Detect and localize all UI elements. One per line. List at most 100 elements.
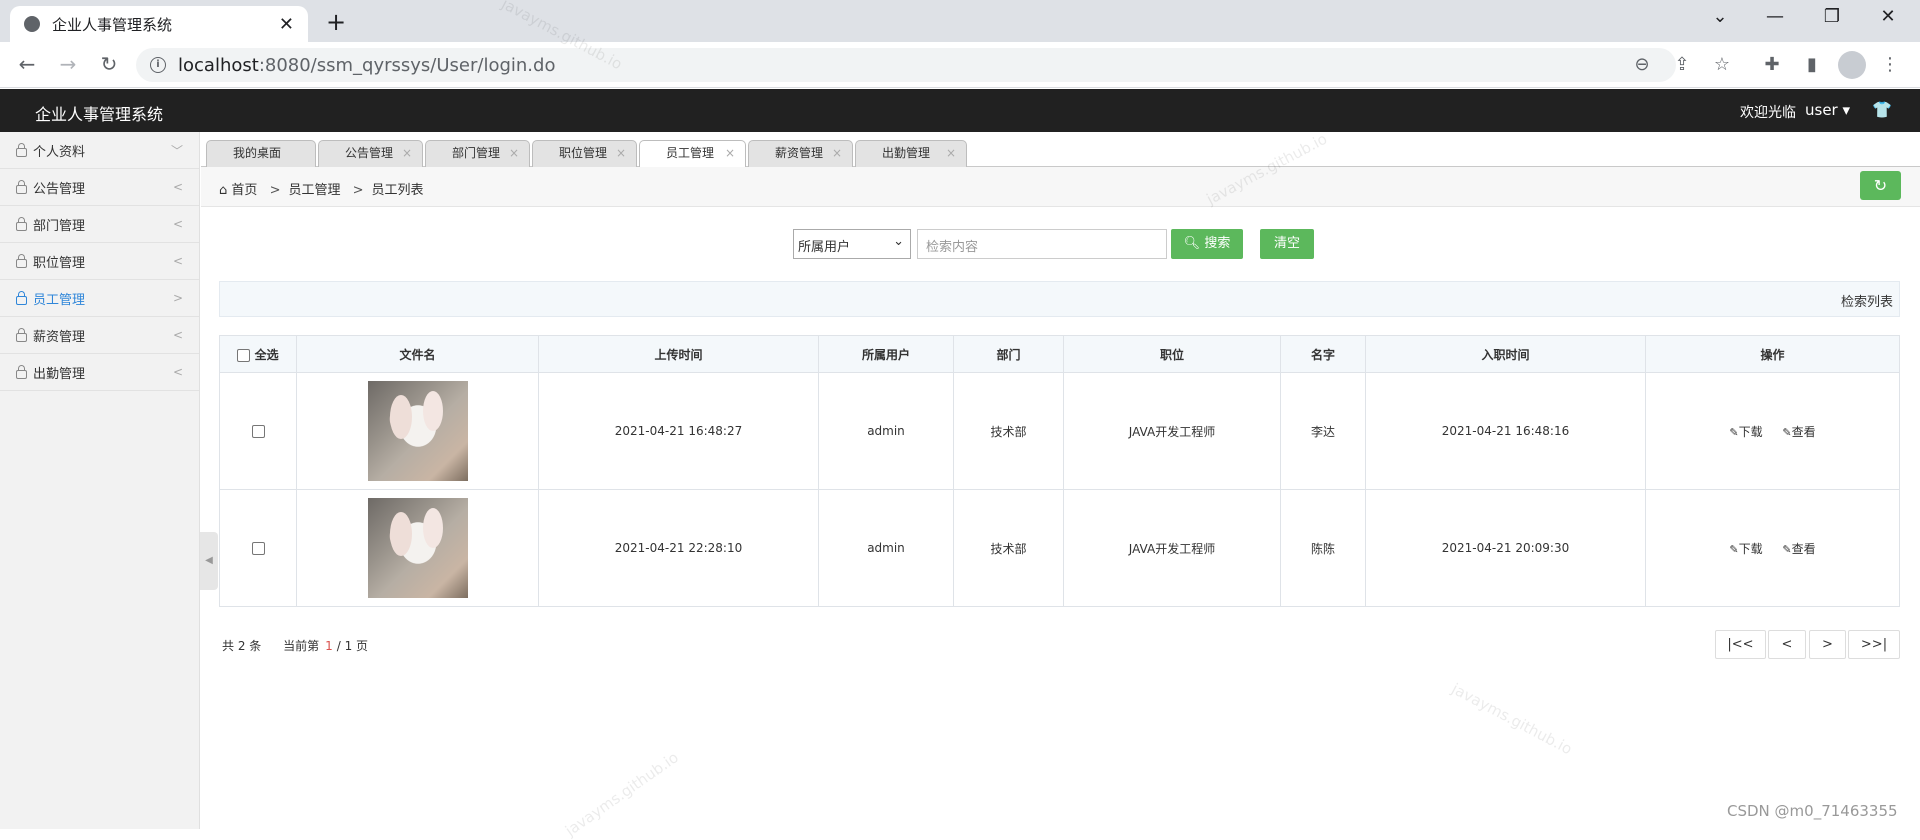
site-info-icon[interactable]: i	[150, 57, 166, 73]
lock-icon	[16, 216, 27, 231]
download-link[interactable]: ✎下载	[1729, 425, 1762, 439]
menu-kebab-icon[interactable]: ⋮	[1876, 54, 1904, 75]
minimize-button[interactable]: —	[1755, 6, 1795, 27]
sidebar-item-employee[interactable]: 员工管理 >	[0, 280, 199, 317]
sidebar-item-attendance[interactable]: 出勤管理 <	[0, 354, 199, 391]
address-bar[interactable]: i localhost:8080/ssm_qyrssys/User/login.…	[136, 48, 1676, 82]
user-menu[interactable]: user ▾	[1805, 101, 1850, 119]
refresh-icon: ↻	[1873, 176, 1888, 195]
breadcrumb-home[interactable]: 首页	[231, 183, 257, 198]
clear-button[interactable]: 清空	[1260, 229, 1314, 259]
sidebar-item-notice[interactable]: 公告管理 <	[0, 169, 199, 206]
tab-search-icon[interactable]: ⌄	[1700, 6, 1740, 27]
globe-icon	[24, 16, 40, 32]
select-all-label: 全选	[254, 347, 279, 362]
select-all-header[interactable]: 全选	[219, 335, 297, 373]
sidebar-item-profile[interactable]: 个人资料 ﹀	[0, 132, 199, 169]
app-header: 企业人事管理系统 欢迎光临 user ▾ 👕	[0, 89, 1920, 132]
back-button[interactable]: ←	[12, 52, 42, 76]
table-row: 2021-04-21 22:28:10 admin 技术部 JAVA开发工程师 …	[219, 489, 1900, 607]
last-page-button[interactable]: >>|	[1848, 630, 1900, 659]
cell-upload-time: 2021-04-21 16:48:27	[538, 372, 819, 490]
lock-icon	[16, 142, 27, 157]
rabbit-photo	[367, 381, 468, 481]
col-upload-time: 上传时间	[538, 335, 819, 373]
sidebar-item-position[interactable]: 职位管理 <	[0, 243, 199, 280]
pager-page-suffix: / 1 页	[336, 639, 369, 653]
search-input[interactable]: 检索内容	[917, 229, 1167, 259]
breadcrumb-separator: >	[352, 183, 364, 198]
sidebar-item-label: 个人资料	[33, 144, 86, 160]
share-icon[interactable]: ⇪	[1668, 54, 1696, 75]
cell-owner: admin	[818, 489, 954, 607]
owner-select[interactable]: 所属用户 ⌄	[793, 229, 911, 259]
pager-total: 共 2 条	[222, 639, 262, 653]
sidebar-collapse-handle[interactable]: ◀	[200, 532, 218, 590]
url-host: localhost	[178, 54, 259, 76]
sidebar-item-label: 职位管理	[33, 255, 86, 271]
tab-desktop[interactable]: 我的桌面	[206, 140, 316, 167]
watermark: javayms.github.io	[1448, 679, 1576, 759]
profile-avatar[interactable]	[1838, 51, 1866, 79]
pager-info: 共 2 条 当前第 1/ 1 页	[222, 637, 368, 654]
breadcrumb-level1[interactable]: 员工管理	[288, 183, 340, 198]
result-list-bar: 检索列表	[219, 281, 1900, 317]
select-all-checkbox[interactable]	[237, 348, 251, 362]
row-checkbox[interactable]	[251, 542, 265, 555]
close-icon[interactable]: ×	[725, 141, 735, 166]
col-name: 名字	[1280, 335, 1366, 373]
next-page-button[interactable]: >	[1809, 630, 1846, 659]
reload-button[interactable]: ↻	[94, 52, 124, 76]
row-checkbox[interactable]	[251, 425, 265, 438]
restore-button[interactable]: ❐	[1812, 6, 1852, 27]
view-link[interactable]: ✎查看	[1782, 542, 1815, 556]
tab-salary[interactable]: 薪资管理 ×	[748, 140, 853, 167]
extensions-icon[interactable]: ✚	[1758, 54, 1786, 75]
close-window-button[interactable]: ✕	[1868, 6, 1908, 27]
close-icon[interactable]: ×	[832, 141, 842, 166]
new-tab-button[interactable]: +	[326, 8, 346, 36]
lock-icon	[16, 327, 27, 342]
prev-page-button[interactable]: <	[1768, 630, 1806, 659]
sidebar: 个人资料 ﹀ 公告管理 < 部门管理 < 职位管理 < 员工管理 > 薪资管理 …	[0, 132, 200, 829]
pencil-icon: ✎	[1782, 425, 1792, 439]
sidebar-item-label: 部门管理	[33, 218, 86, 234]
close-tab-icon[interactable]: ✕	[279, 14, 294, 35]
sidebar-item-salary[interactable]: 薪资管理 <	[0, 317, 199, 354]
result-list-title: 检索列表	[1840, 295, 1893, 310]
refresh-button[interactable]: ↻	[1860, 171, 1901, 200]
forward-button[interactable]: →	[53, 52, 83, 76]
download-link[interactable]: ✎下载	[1729, 542, 1762, 556]
close-icon[interactable]: ×	[402, 141, 412, 166]
tab-notice[interactable]: 公告管理 ×	[318, 140, 423, 167]
first-page-button[interactable]: |<<	[1715, 630, 1766, 659]
tab-dept[interactable]: 部门管理 ×	[425, 140, 530, 167]
breadcrumb-bar: ⌂ 首页 > 员工管理 > 员工列表 ↻	[201, 167, 1920, 207]
view-label: 查看	[1791, 424, 1816, 439]
pencil-icon: ✎	[1729, 542, 1739, 556]
close-icon[interactable]: ×	[509, 141, 519, 166]
browser-tab[interactable]: 企业人事管理系统 ✕	[10, 6, 308, 42]
tab-employee[interactable]: 员工管理 ×	[639, 140, 746, 168]
sidebar-item-dept[interactable]: 部门管理 <	[0, 206, 199, 243]
table-row: 2021-04-21 16:48:27 admin 技术部 JAVA开发工程师 …	[219, 372, 1900, 490]
home-icon: ⌂	[219, 183, 228, 198]
chevron-left-icon: <	[172, 254, 183, 268]
side-panel-icon[interactable]: ▮	[1798, 54, 1826, 75]
bookmark-star-icon[interactable]: ☆	[1708, 54, 1736, 75]
sidebar-item-label: 薪资管理	[33, 329, 86, 345]
close-icon[interactable]: ×	[616, 141, 626, 166]
browser-tabstrip: 企业人事管理系统 ✕ + ⌄ — ❐ ✕	[0, 0, 1920, 42]
theme-shirt-icon[interactable]: 👕	[1872, 100, 1892, 119]
cell-position: JAVA开发工程师	[1063, 489, 1281, 607]
search-button[interactable]: 🔍︎ 搜索	[1171, 229, 1243, 259]
close-icon[interactable]: ×	[946, 141, 956, 166]
sidebar-item-label: 公告管理	[33, 181, 86, 197]
lock-icon	[16, 179, 27, 194]
download-label: 下载	[1738, 424, 1763, 439]
view-link[interactable]: ✎查看	[1782, 425, 1815, 439]
breadcrumb-separator: >	[269, 183, 281, 198]
tab-position[interactable]: 职位管理 ×	[532, 140, 637, 167]
tab-attendance[interactable]: 出勤管理 ×	[855, 140, 967, 167]
zoom-icon[interactable]: ⊖	[1628, 54, 1656, 75]
